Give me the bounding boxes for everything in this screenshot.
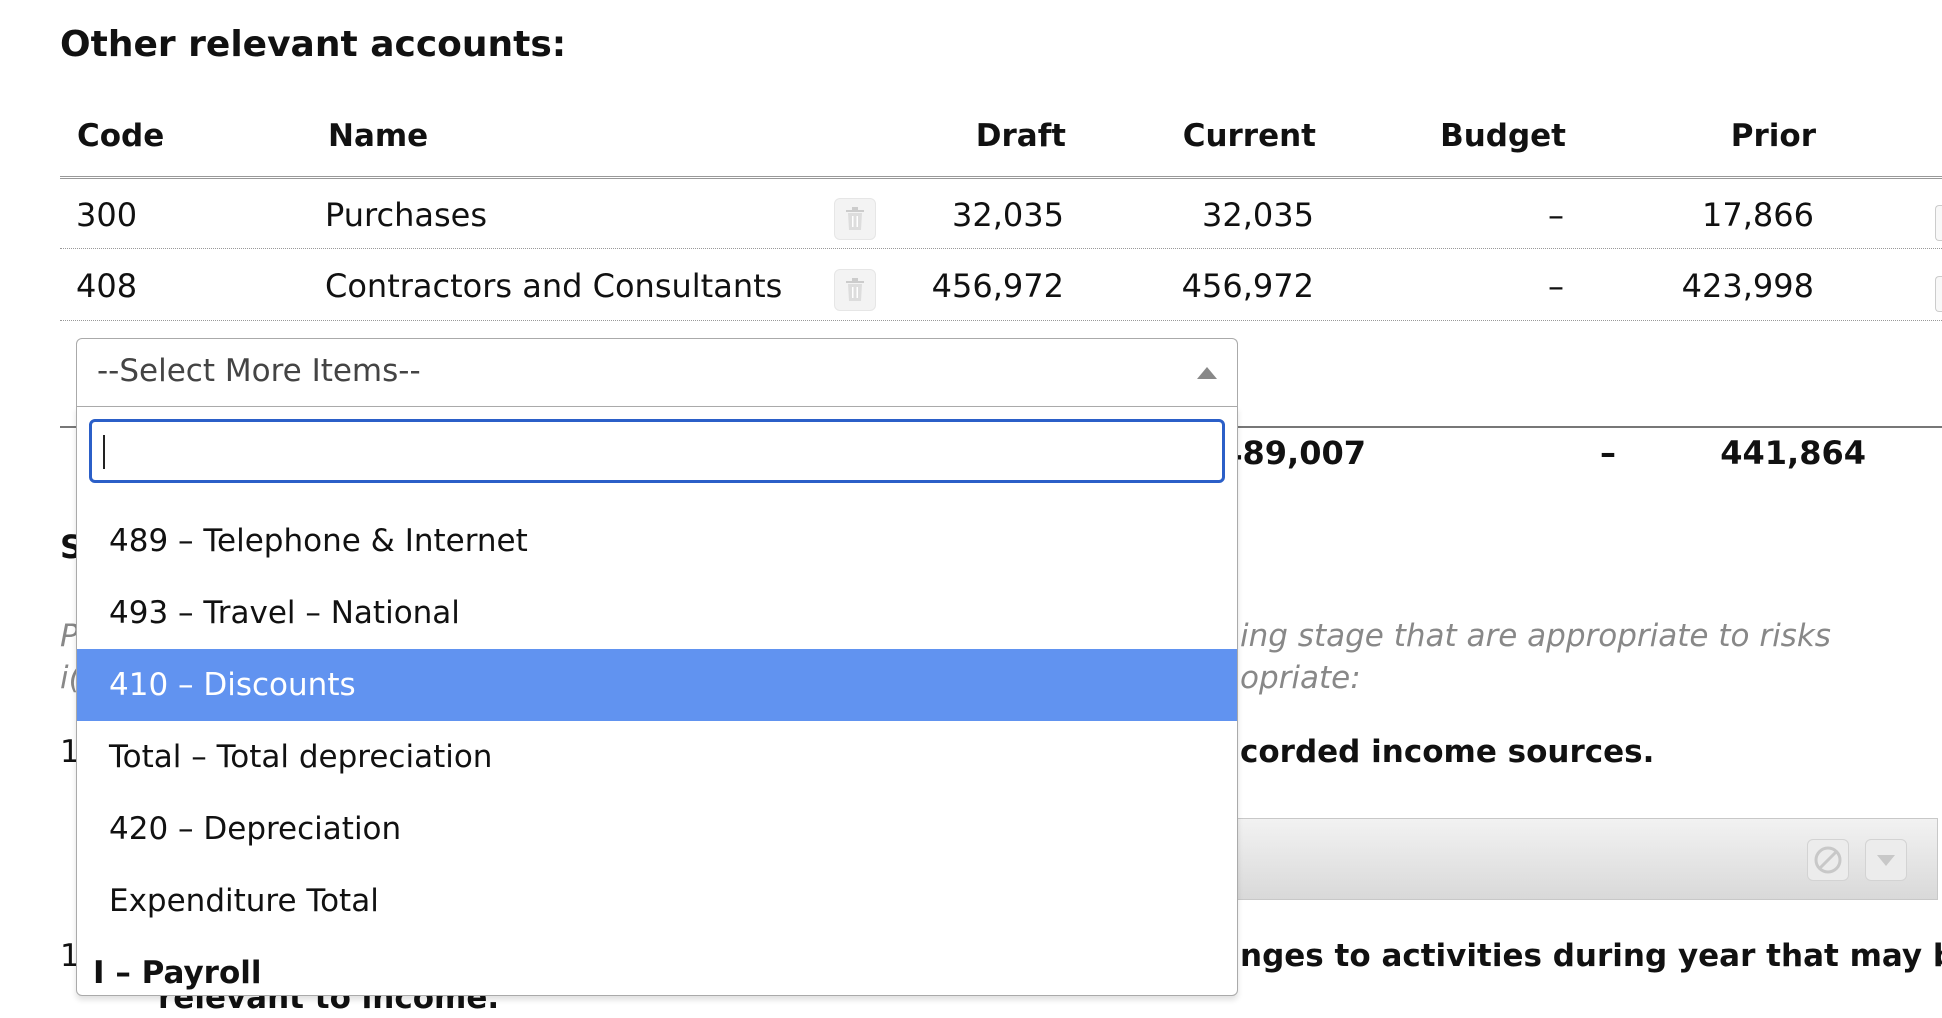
option-group-payroll: I – Payroll (93, 955, 262, 991)
response-field[interactable] (1200, 818, 1938, 900)
procedure-item-2: nges to activities during year that may … (1240, 938, 1942, 974)
search-input[interactable] (89, 419, 1225, 483)
clear-button[interactable] (1807, 839, 1849, 881)
column-header-draft: Draft (975, 118, 1066, 154)
triangle-up-icon[interactable] (1197, 367, 1217, 379)
column-header-code: Code (77, 118, 165, 154)
row-current: 456,972 (1181, 267, 1314, 305)
column-header-budget: Budget (1440, 118, 1566, 154)
header-rule (60, 176, 1942, 179)
column-header-prior: Prior (1730, 118, 1816, 154)
option-expenditure-total[interactable]: Expenditure Total (77, 865, 1237, 937)
instruction-text-line2: opriate: (1240, 660, 1361, 696)
option-telephone-internet[interactable]: 489 – Telephone & Internet (77, 505, 1237, 577)
dropdown-panel: 489 – Telephone & Internet 493 – Travel … (76, 406, 1238, 996)
row-code: 408 (76, 267, 138, 305)
triangle-down-icon (1877, 855, 1895, 866)
total-budget: – (1600, 434, 1616, 472)
field-dropdown-button[interactable] (1865, 839, 1907, 881)
option-travel-national[interactable]: 493 – Travel – National (77, 577, 1237, 649)
row-code: 300 (76, 196, 138, 234)
row-budget: – (1548, 196, 1564, 234)
procedure-item-1: corded income sources. (1240, 734, 1655, 770)
column-header-current: Current (1182, 118, 1316, 154)
row-edge-handle[interactable] (1935, 276, 1942, 312)
delete-row-button[interactable] (834, 269, 876, 311)
instruction-text-line1: ing stage that are appropriate to risks (1240, 618, 1831, 654)
row-name: Purchases (325, 196, 487, 234)
row-divider (60, 320, 1942, 321)
row-name: Contractors and Consultants (325, 267, 783, 305)
row-draft: 456,972 (931, 267, 1064, 305)
trash-icon (846, 207, 864, 230)
section-title: Other relevant accounts: (60, 24, 567, 65)
total-prior: 441,864 (1720, 434, 1866, 472)
options-list: 489 – Telephone & Internet 493 – Travel … (77, 505, 1237, 995)
row-prior: 423,998 (1681, 267, 1814, 305)
column-header-name: Name (328, 118, 429, 154)
row-budget: – (1548, 267, 1564, 305)
select-more-items[interactable]: --Select More Items-- (76, 338, 1238, 406)
row-current: 32,035 (1202, 196, 1314, 234)
row-prior: 17,866 (1702, 196, 1814, 234)
trash-icon (846, 278, 864, 301)
row-edge-handle[interactable] (1935, 205, 1942, 241)
option-total-depreciation[interactable]: Total – Total depreciation (77, 721, 1237, 793)
option-discounts[interactable]: 410 – Discounts (77, 649, 1237, 721)
prohibited-icon (1814, 846, 1842, 874)
option-depreciation[interactable]: 420 – Depreciation (77, 793, 1237, 865)
row-divider (60, 248, 1942, 249)
text-caret (103, 435, 105, 469)
delete-row-button[interactable] (834, 198, 876, 240)
select-placeholder: --Select More Items-- (97, 353, 421, 389)
row-draft: 32,035 (952, 196, 1064, 234)
